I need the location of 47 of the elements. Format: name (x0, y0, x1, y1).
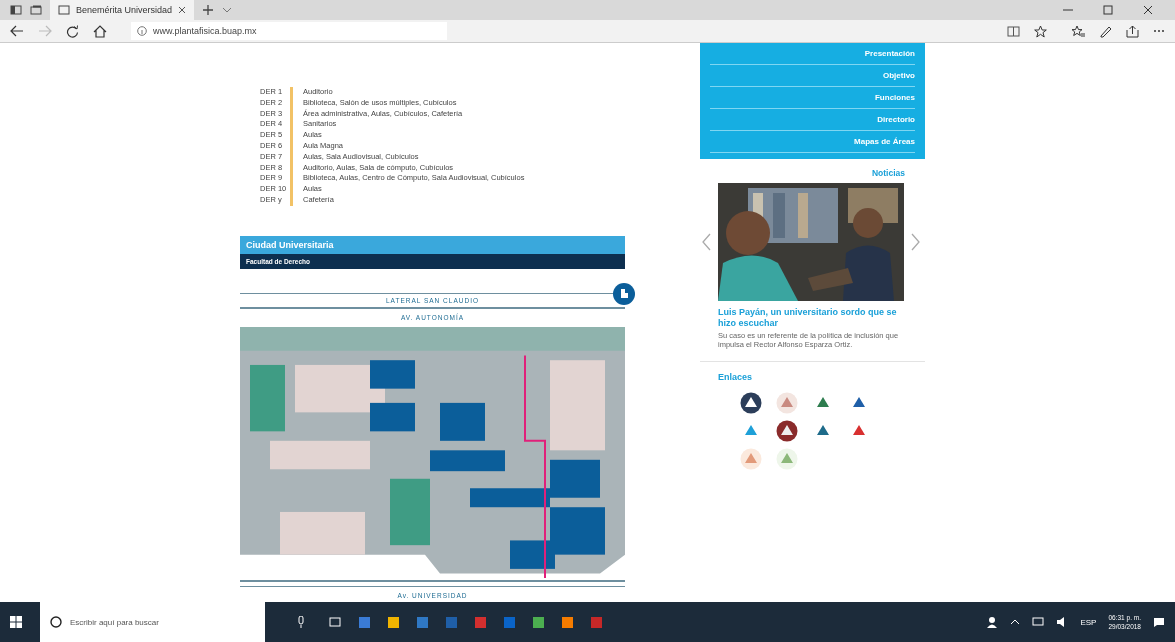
chevron-up-icon[interactable] (1010, 619, 1021, 625)
reading-view-icon[interactable] (1007, 25, 1020, 37)
address-bar[interactable]: www.plantafisica.buap.mx (131, 22, 447, 40)
page-icon (58, 5, 70, 15)
links-heading: Enlaces (718, 372, 754, 382)
menu-item[interactable]: Funciones (710, 87, 915, 109)
browser-tab[interactable]: Benemérita Universidad (50, 0, 195, 20)
tabs-aside-icon[interactable] (10, 5, 22, 15)
close-icon[interactable] (1143, 5, 1153, 15)
menu-item[interactable]: Presentación (710, 43, 915, 65)
network-icon[interactable] (1032, 617, 1045, 627)
cortana-icon (50, 616, 62, 628)
taskbar-app-icon[interactable] (533, 616, 544, 628)
taskbar-app-icon[interactable] (562, 616, 573, 628)
taskbar-app-icon[interactable] (359, 616, 370, 628)
chevron-down-icon[interactable] (222, 6, 233, 14)
logo-icon[interactable] (740, 392, 762, 414)
campus-banner: Ciudad Universitaria (240, 235, 625, 254)
close-icon[interactable] (178, 6, 187, 14)
language-indicator[interactable]: ESP (1080, 617, 1097, 627)
location-button[interactable] (613, 282, 635, 305)
new-tab-icon[interactable] (202, 4, 215, 16)
notification-icon[interactable] (1153, 616, 1165, 628)
logo-icon[interactable] (776, 420, 798, 442)
task-view-icon[interactable] (329, 617, 341, 627)
taskbar-app-icon[interactable] (388, 616, 399, 628)
share-icon[interactable] (1126, 24, 1139, 38)
people-icon[interactable] (986, 616, 999, 628)
windows-start-icon[interactable] (10, 616, 22, 628)
news-heading: Noticias (870, 168, 905, 178)
menu-item[interactable]: Mapas de Áreas (710, 131, 915, 153)
menu-item[interactable]: Objetivo (710, 65, 915, 87)
more-icon[interactable] (1153, 29, 1165, 33)
maximize-icon[interactable] (1103, 5, 1113, 15)
tab-preview-icon[interactable] (30, 5, 42, 15)
info-icon (137, 26, 147, 36)
back-icon[interactable] (10, 25, 24, 37)
star-icon[interactable] (1034, 24, 1047, 38)
pen-icon[interactable] (1099, 24, 1112, 38)
menu-item[interactable]: Directorio (710, 109, 915, 131)
refresh-icon[interactable] (66, 24, 79, 38)
taskbar-app-icon[interactable] (417, 616, 428, 628)
news-title[interactable]: Luis Payán, un universitario sordo que se hizo escuchar (718, 307, 905, 329)
microphone-icon[interactable] (297, 616, 305, 628)
home-icon[interactable] (93, 24, 107, 38)
favorites-icon[interactable] (1071, 24, 1085, 38)
taskbar-search-field[interactable]: Escribir aquí para buscar (40, 602, 265, 642)
